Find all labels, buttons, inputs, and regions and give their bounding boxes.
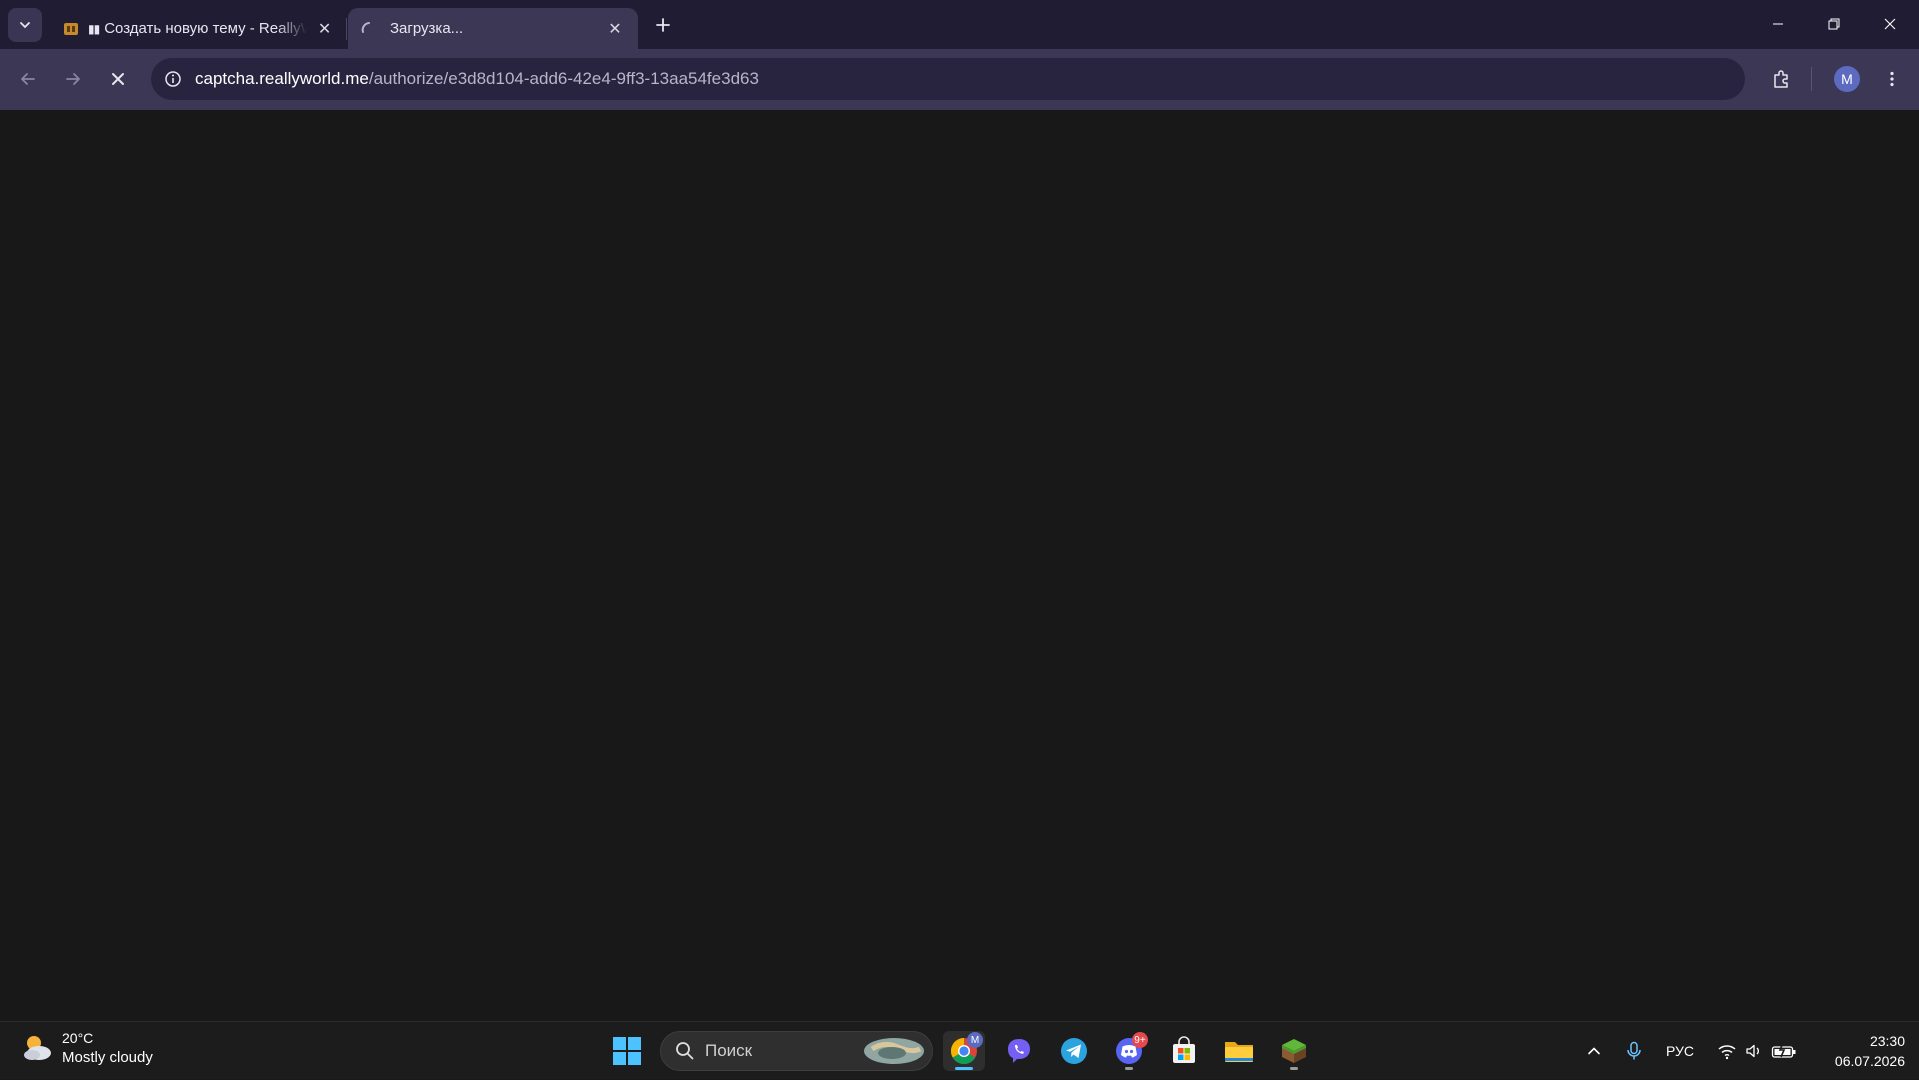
speaker-icon [1746,1044,1759,1058]
telegram-icon [1061,1038,1087,1064]
profile-avatar[interactable]: M [1834,66,1860,92]
url-text: captcha.reallyworld.me/authorize/e3d8d10… [195,69,759,89]
wifi-icon [1718,1045,1736,1060]
plus-icon [656,18,670,32]
folder-icon [1225,1042,1253,1062]
puzzle-icon [1774,70,1788,88]
back-button[interactable] [11,62,45,96]
reallyworld-favicon-icon [64,22,78,35]
close-icon[interactable]: ✕ [604,18,626,40]
taskbar-file-explorer[interactable] [1218,1031,1260,1071]
page-content [0,110,1919,1021]
browser-toolbar: captcha.reallyworld.me/authorize/e3d8d10… [0,49,1919,110]
new-tab-button[interactable] [648,10,678,40]
search-highlight-icon [864,1038,924,1064]
weather-widget[interactable]: 20°C Mostly cloudy [20,1029,153,1067]
system-clock[interactable]: 23:30 06.07.2026 [1815,1031,1905,1071]
close-icon[interactable]: ✕ [315,18,334,40]
arrow-left-icon [21,73,35,85]
arrow-right-icon [66,73,80,85]
minimize-button[interactable] [1750,0,1806,48]
close-window-button[interactable] [1862,0,1918,48]
chevron-down-icon [20,22,30,29]
search-placeholder: Поиск [705,1041,753,1060]
address-bar[interactable]: captcha.reallyworld.me/authorize/e3d8d10… [151,58,1745,100]
tab-loading[interactable]: Загрузка... ✕ [348,8,638,49]
discord-notification-badge: 9+ [1132,1032,1148,1048]
close-icon [1884,18,1896,30]
active-indicator [955,1067,973,1070]
loading-spinner-icon [361,21,370,33]
taskbar-search[interactable]: Поиск [660,1031,933,1071]
search-icon [676,1042,694,1060]
info-icon [165,71,181,87]
show-hidden-icons-button[interactable] [1582,1022,1606,1080]
viber-icon [1008,1039,1030,1063]
quick-settings-button[interactable] [1714,1022,1800,1080]
grass-block-icon [1282,1039,1306,1063]
running-indicator [1125,1067,1133,1070]
restore-button[interactable] [1806,0,1862,48]
taskbar-telegram[interactable] [1053,1031,1095,1071]
windows-logo-icon [613,1037,641,1065]
battery-charging-icon [1771,1042,1796,1058]
input-language[interactable]: РУС [1660,1022,1700,1080]
browser-menu-button[interactable] [1875,62,1909,96]
close-icon [112,73,124,85]
taskbar-chrome[interactable]: M [943,1031,985,1071]
more-vert-icon [1890,71,1894,87]
chevron-up-icon [1588,1047,1600,1055]
tab-pause-icon: ▮▮ [88,21,100,36]
weather-desc: Mostly cloudy [62,1049,153,1066]
forward-button[interactable] [56,62,90,96]
restore-icon [1828,18,1840,30]
extensions-button[interactable] [1764,62,1798,96]
partly-cloudy-icon [24,1036,51,1060]
chrome-profile-badge: M [967,1032,983,1048]
stop-loading-button[interactable] [101,62,135,96]
taskbar-minecraft[interactable] [1273,1031,1315,1071]
taskbar-discord[interactable]: 9+ [1108,1031,1150,1071]
windows-taskbar: 20°C Mostly cloudy Поиск M 9+ РУС 23:30 … [0,1021,1919,1079]
clock-date: 06.07.2026 [1834,1053,1905,1069]
tab-search-button[interactable] [8,8,42,42]
running-indicator [1290,1067,1298,1070]
taskbar-microsoft-store[interactable] [1163,1031,1205,1071]
clock-time: 23:30 [1869,1033,1905,1049]
minimize-icon [1773,23,1783,25]
microphone-icon [1627,1041,1641,1060]
tab-title: Создать новую тему - ReallyWorld [104,20,307,37]
url-host: captcha.reallyworld.me [195,69,369,88]
browser-tab-strip: ▮▮ Создать новую тему - ReallyWorld ✕ За… [0,0,1919,49]
microphone-indicator[interactable] [1622,1022,1646,1080]
tab-divider [346,18,347,40]
store-icon [1173,1036,1195,1063]
taskbar-viber[interactable] [998,1031,1040,1071]
url-path: /authorize/e3d8d104-add6-42e4-9ff3-13aa5… [368,69,759,88]
start-button[interactable] [606,1031,648,1071]
tab-title: Загрузка... [390,20,464,37]
tab-create-topic[interactable]: ▮▮ Создать новую тему - ReallyWorld ✕ [50,8,346,49]
site-info-button[interactable] [159,65,187,93]
weather-temp: 20°C [62,1030,94,1046]
toolbar-separator [1811,67,1812,91]
